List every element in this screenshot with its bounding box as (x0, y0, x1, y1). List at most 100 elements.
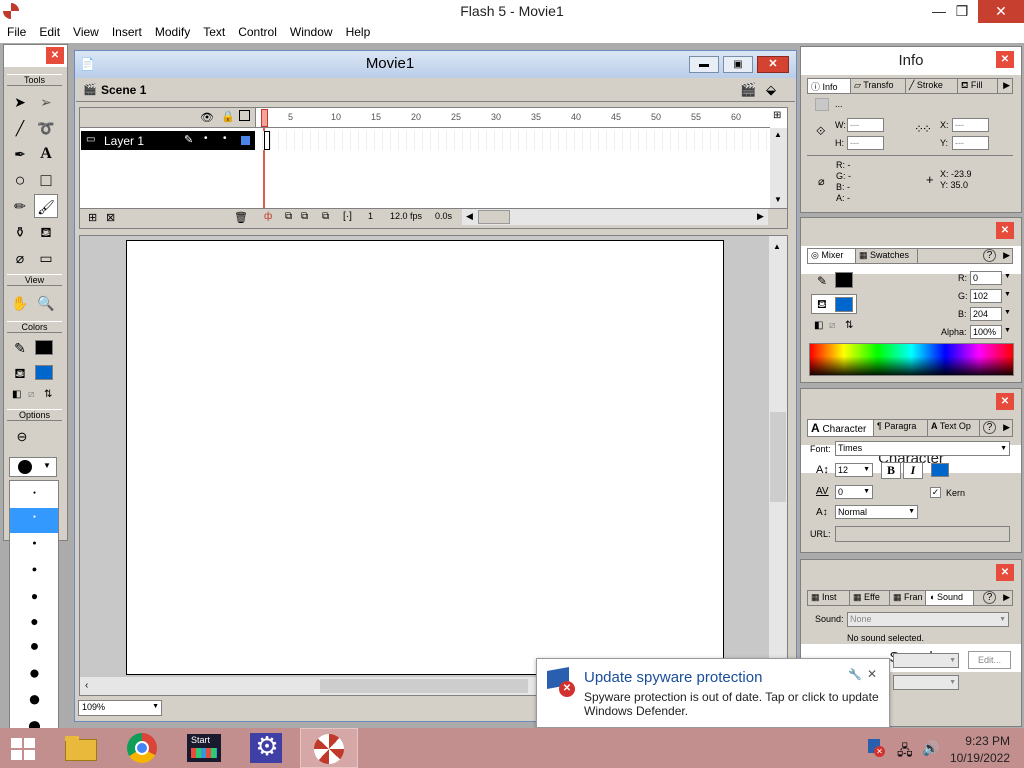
panel-menu-icon[interactable]: ▶ (1003, 80, 1010, 91)
maximize-button[interactable]: ❒ (947, 0, 977, 23)
edit-sound-button[interactable]: Edit... (968, 651, 1011, 669)
stage-scroll-up-icon[interactable]: ▲ (773, 242, 781, 251)
alpha-field[interactable]: 100% (970, 325, 1002, 339)
brush-mode-icon[interactable]: ⊖ (10, 425, 34, 449)
timeline-hscroll-thumb[interactable] (478, 210, 510, 224)
tab-effect[interactable]: ▦ Effe (850, 591, 890, 605)
layer-visible-dot-icon[interactable]: • (204, 133, 208, 144)
volume-icon[interactable]: 🔊 (922, 740, 939, 757)
b-dropdown-icon[interactable]: ▼ (1004, 309, 1011, 316)
g-dropdown-icon[interactable]: ▼ (1004, 291, 1011, 298)
panel-menu-icon[interactable]: ▶ (1003, 250, 1010, 261)
bold-button[interactable]: B (881, 462, 901, 479)
brush-size-option[interactable]: ● (10, 564, 59, 574)
zoom-tool-icon[interactable]: 🔍 (34, 291, 58, 315)
sound-dropdown[interactable]: None ▼ (847, 612, 1009, 627)
tools-close-button[interactable]: ✕ (46, 47, 64, 64)
lock-icon[interactable]: 🔒 (221, 110, 235, 123)
tab-mixer[interactable]: ◎ Mixer (808, 249, 856, 263)
tab-stroke[interactable]: ╱ Stroke (906, 79, 958, 93)
position-grid-icon[interactable]: ⁘⁘ (914, 122, 932, 136)
edit-scene-icon[interactable]: 🎬 (740, 82, 756, 98)
tab-fill[interactable]: ⛾ Fill (958, 79, 998, 93)
brush-tool-icon[interactable]: 🖌 (34, 194, 58, 218)
timeline-menu-icon[interactable]: ⊞ (773, 110, 781, 121)
kern-checkbox[interactable]: ✓ (930, 487, 941, 498)
menu-window[interactable]: Window (283, 23, 339, 39)
tab-sound[interactable]: ◖ Sound (926, 591, 974, 605)
menu-view[interactable]: View (66, 23, 105, 39)
fill-color-swatch[interactable] (35, 365, 53, 380)
stage-hscroll-thumb[interactable] (320, 679, 528, 693)
layer-outline-color-icon[interactable] (241, 136, 250, 145)
character-close-button[interactable]: ✕ (996, 393, 1014, 410)
flash-taskbar-icon[interactable] (300, 728, 358, 768)
layer-frames[interactable] (255, 131, 770, 150)
layer-lock-dot-icon[interactable]: • (223, 133, 227, 144)
eraser-tool-icon[interactable]: ▭ (34, 246, 58, 270)
brush-size-option[interactable]: ● (10, 638, 59, 656)
chrome-icon[interactable] (122, 731, 164, 765)
mixer-stroke-swatch[interactable] (835, 272, 853, 288)
dropper-tool-icon[interactable]: ⌀ (8, 246, 32, 270)
scroll-down-icon[interactable]: ▼ (774, 195, 782, 204)
clock-date[interactable]: 10/19/2022 (940, 751, 1010, 765)
b-field[interactable]: 204 (970, 307, 1002, 321)
font-size-field[interactable]: 12 ▼ (835, 463, 873, 477)
subselect-tool-icon[interactable]: ➢ (34, 90, 58, 114)
edit-multiple-frames-icon[interactable]: ⧉ (322, 211, 329, 222)
mixer-default-colors-icon[interactable]: ◧ (814, 320, 823, 331)
playhead[interactable] (261, 109, 268, 127)
tab-transform[interactable]: ▱ Transfo (851, 79, 906, 93)
insert-layer-icon[interactable]: ⊞ (88, 211, 97, 224)
scroll-right-icon[interactable]: ▶ (757, 211, 764, 222)
sync-dropdown[interactable]: ▼ (893, 675, 959, 690)
scroll-left-icon[interactable]: ◀ (466, 211, 473, 222)
ink-bottle-tool-icon[interactable]: ⚱ (8, 220, 32, 244)
alpha-dropdown-icon[interactable]: ▼ (1004, 327, 1011, 334)
menu-modify[interactable]: Modify (148, 23, 196, 39)
brush-size-option[interactable]: ● (10, 490, 59, 496)
notification-settings-icon[interactable]: 🔧 (848, 668, 862, 681)
stage-vscroll-thumb[interactable] (770, 412, 786, 502)
mixer-help-icon[interactable]: ? (983, 249, 996, 262)
stage[interactable] (126, 240, 724, 675)
keyframe[interactable] (264, 131, 270, 150)
modify-onion-markers-icon[interactable]: [·] (343, 211, 352, 222)
edit-symbol-icon[interactable]: ⬙ (766, 82, 776, 98)
network-icon[interactable]: 🖧 (897, 740, 913, 764)
character-help-icon[interactable]: ? (983, 421, 996, 434)
tab-character[interactable]: A Character (808, 420, 874, 436)
oval-tool-icon[interactable]: ○ (8, 168, 32, 192)
mixer-no-color-icon[interactable]: ⧄ (829, 320, 835, 331)
menu-control[interactable]: Control (231, 23, 283, 39)
show-hide-icon[interactable]: 👁 (200, 111, 214, 124)
stage-scroll-left-icon[interactable]: ‹ (85, 680, 88, 691)
clock-time[interactable]: 9:23 PM (940, 734, 1010, 748)
url-field[interactable] (835, 526, 1010, 542)
y-field[interactable]: --- (952, 136, 989, 150)
brush-size-option[interactable]: ● (10, 686, 59, 712)
pen-tool-icon[interactable]: ✒ (8, 142, 32, 166)
tab-instance[interactable]: ▦ Inst (808, 591, 850, 605)
movie-close-button[interactable]: ✕ (757, 56, 789, 73)
w-field[interactable]: --- (847, 118, 884, 132)
tab-swatches[interactable]: ▦ Swatches (856, 249, 918, 263)
menu-help[interactable]: Help (339, 23, 377, 39)
h-field[interactable]: --- (847, 136, 884, 150)
zoom-dropdown[interactable]: 109% ▼ (78, 700, 162, 716)
windows-start-icon[interactable] (11, 738, 37, 762)
mixer-close-button[interactable]: ✕ (996, 222, 1014, 239)
baseline-dropdown[interactable]: Normal ▼ (835, 505, 918, 519)
brush-size-option[interactable]: ● (10, 589, 59, 603)
arrow-tool-icon[interactable]: ➤ (8, 90, 32, 114)
line-tool-icon[interactable]: ╱ (8, 116, 32, 140)
r-field[interactable]: 0 (970, 271, 1002, 285)
file-explorer-icon[interactable] (60, 731, 102, 765)
brush-size-dropdown[interactable]: ▼ (9, 457, 57, 477)
add-guide-layer-icon[interactable]: ⊠ (106, 211, 115, 224)
color-spectrum[interactable] (809, 343, 1014, 376)
g-field[interactable]: 102 (970, 289, 1002, 303)
tab-info[interactable]: ⓘ Info (808, 79, 851, 93)
movie-maximize-button[interactable]: ▣ (723, 56, 753, 73)
